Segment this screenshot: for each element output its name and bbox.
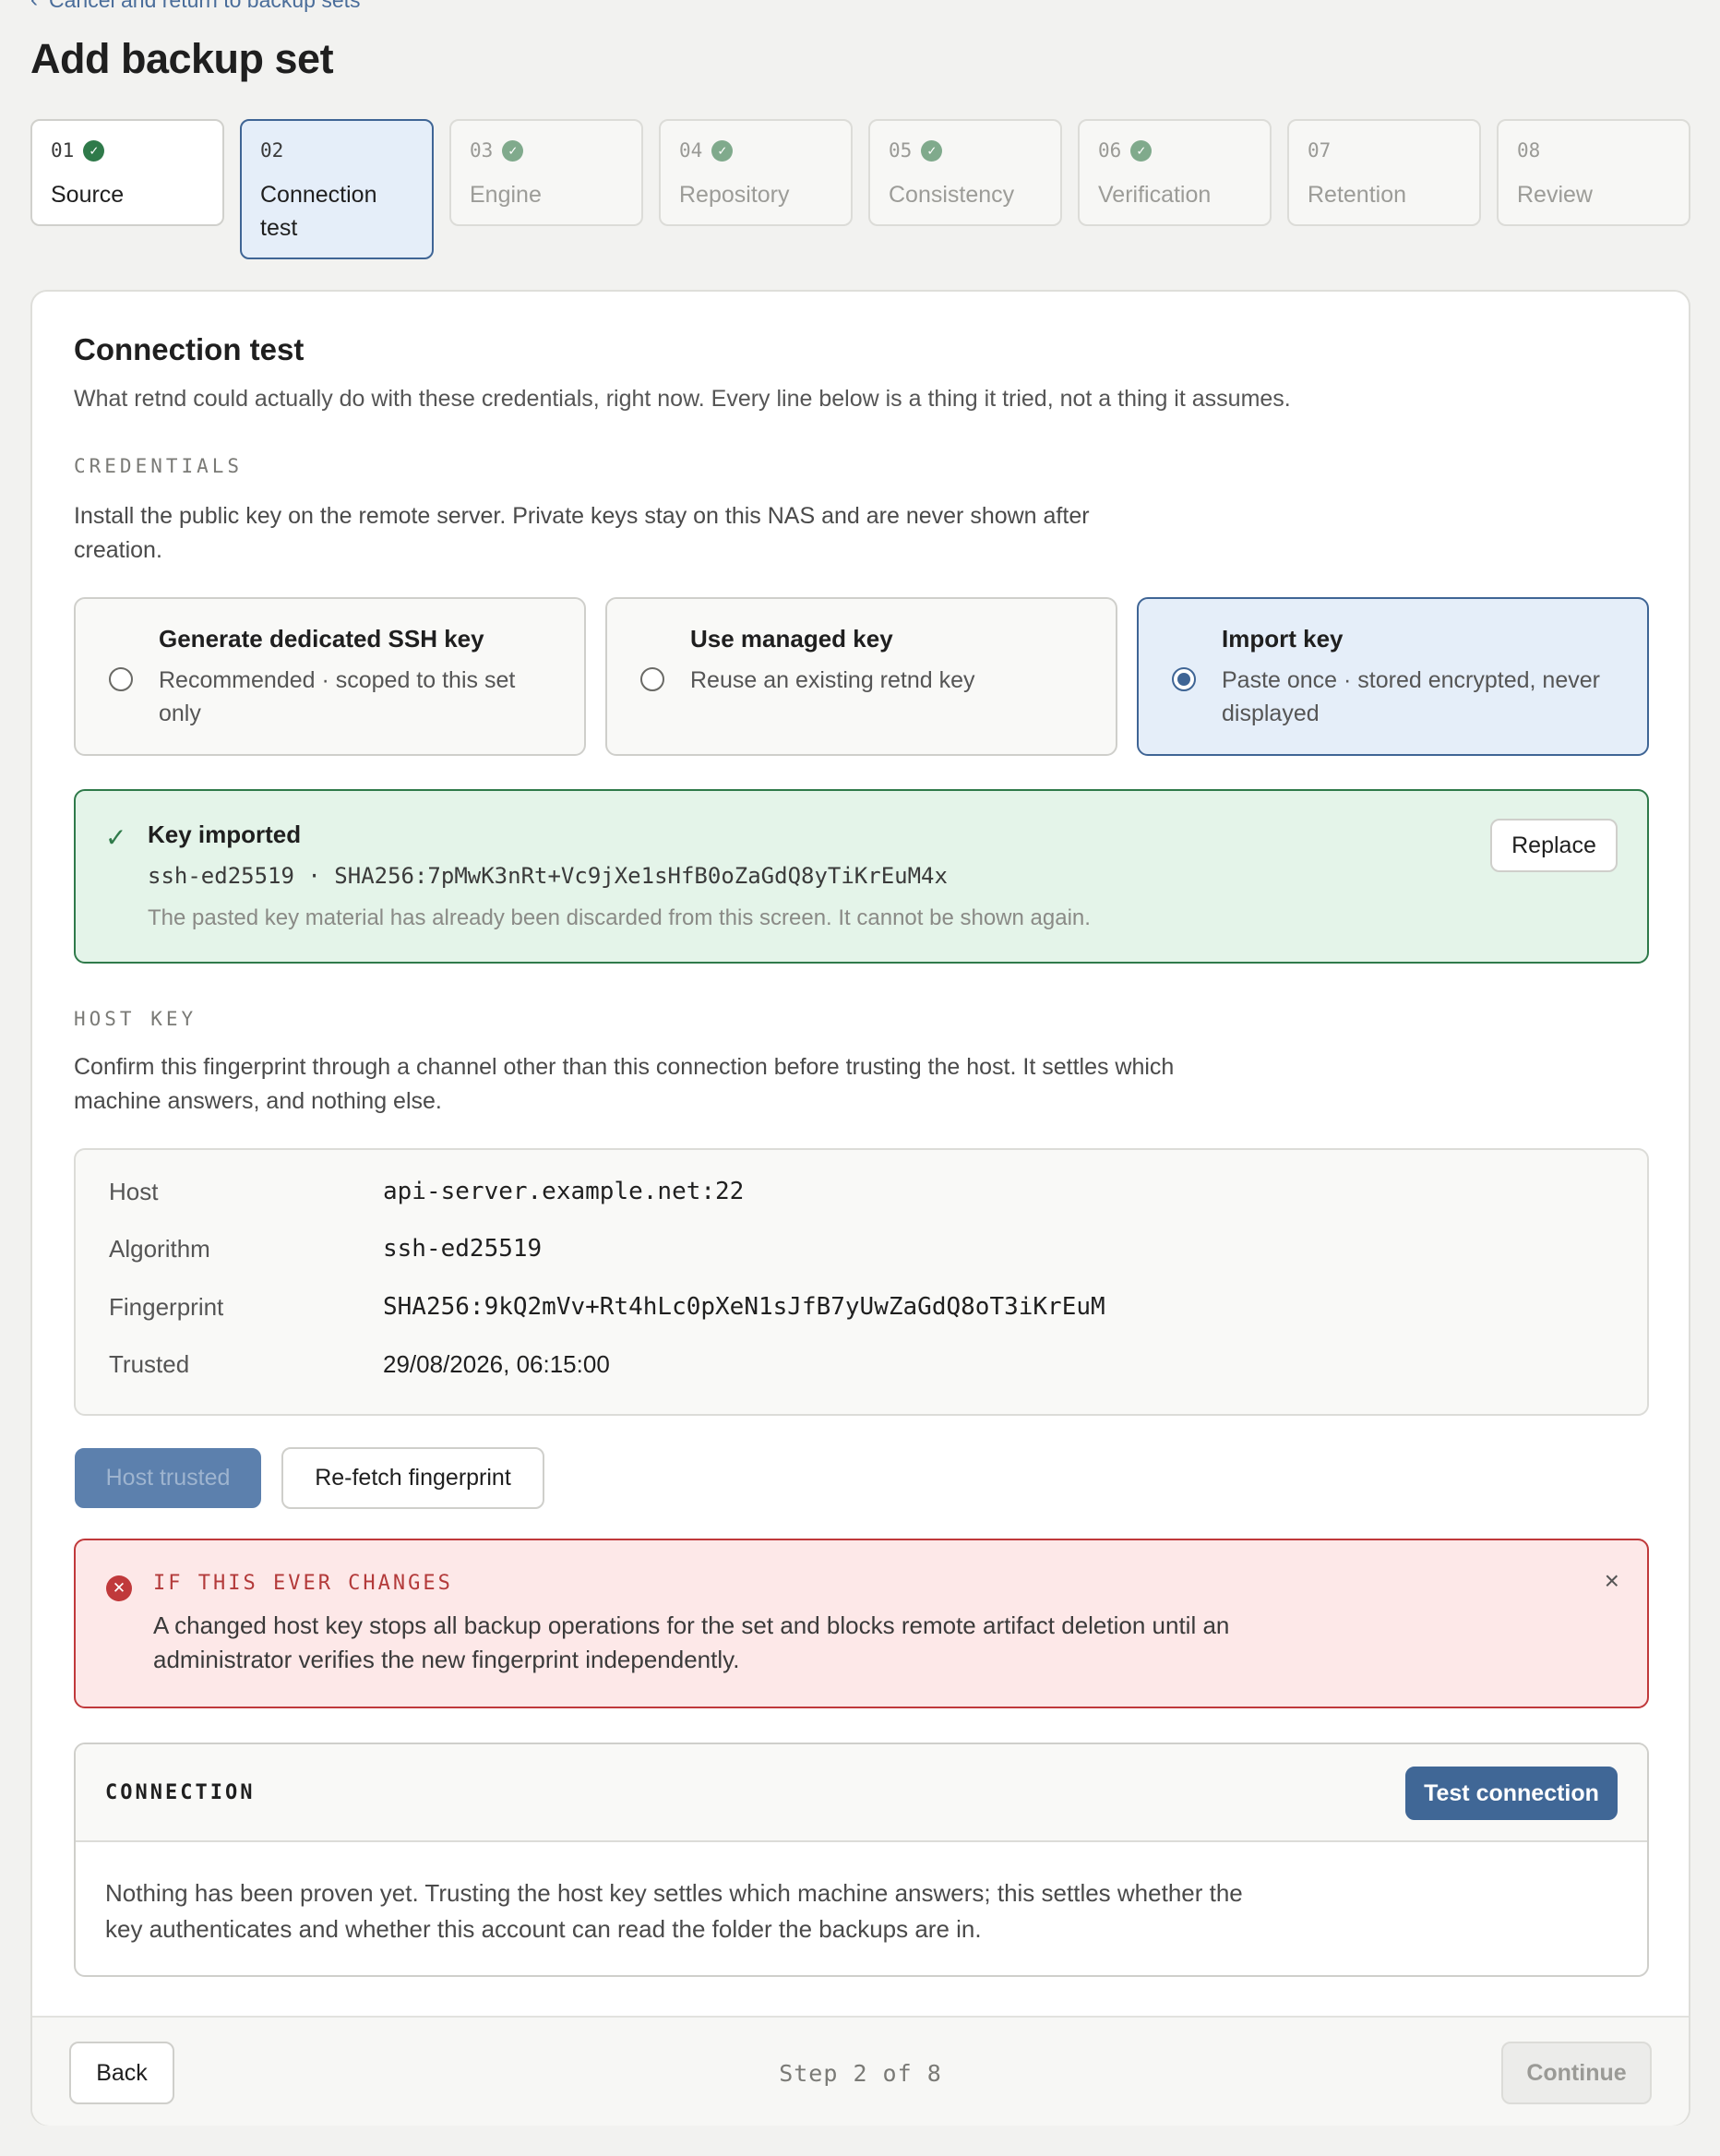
connection-test-card: Connection test What retnd could actuall… <box>30 290 1690 2126</box>
step-review[interactable]: 08 Review <box>1497 119 1690 226</box>
step-connection-test[interactable]: 02 Connection test <box>240 119 434 259</box>
step-label: Retention <box>1308 182 1407 208</box>
option-subtitle: Recommended · scoped to this set only <box>159 667 516 726</box>
wizard-footer: Back Step 2 of 8 Continue <box>32 2016 1689 2126</box>
credential-options: Generate dedicated SSH key Recommended ·… <box>74 597 1649 756</box>
replace-key-button[interactable]: Replace <box>1490 819 1618 872</box>
step-indicator: Step 2 of 8 <box>779 2060 942 2087</box>
key-fingerprint: ssh-ed25519 · SHA256:7pMwK3nRt+Vc9jXe1sH… <box>148 863 948 889</box>
step-label: Repository <box>679 182 790 208</box>
step-number: 01 <box>51 139 75 162</box>
checkmark-icon: ✓ <box>105 823 127 852</box>
key-imported-title: Key imported <box>148 820 302 848</box>
check-icon: ✓ <box>1130 139 1153 162</box>
option-subtitle: Paste once · stored encrypted, never dis… <box>1222 667 1600 726</box>
host-key-details: Host api-server.example.net:22 Algorithm… <box>74 1148 1649 1416</box>
credentials-description: Install the public key on the remote ser… <box>74 503 1090 563</box>
host-trusted-button[interactable]: Host trusted <box>75 1448 261 1508</box>
host-row: Host api-server.example.net:22 <box>109 1178 1585 1215</box>
row-key: Algorithm <box>109 1235 210 1263</box>
connection-panel: CONNECTION Test connection Nothing has b… <box>74 1743 1649 1977</box>
connection-header: CONNECTION Test connection <box>76 1744 1647 1842</box>
step-verification[interactable]: 06 ✓ Verification <box>1078 119 1272 226</box>
host-key-warning: ✕ IF THIS EVER CHANGES A changed host ke… <box>74 1539 1649 1708</box>
row-value: ssh-ed25519 <box>383 1235 543 1263</box>
wizard-stepper: 01 ✓ Source 02 Connection test 03 ✓ Engine… <box>30 119 1690 260</box>
step-consistency[interactable]: 05 ✓ Consistency <box>868 119 1062 226</box>
radio-button-selected[interactable] <box>1172 667 1196 691</box>
radio-button[interactable] <box>109 667 133 691</box>
row-value: 29/08/2026, 06:15:00 <box>383 1350 610 1378</box>
step-retention[interactable]: 07 Retention <box>1287 119 1481 226</box>
option-title: Generate dedicated SSH key <box>159 625 484 653</box>
key-imported-note: The pasted key material has already been… <box>148 905 1091 930</box>
connection-body: Nothing has been proven yet. Trusting th… <box>105 1879 1243 1943</box>
check-icon: ✓ <box>83 139 105 162</box>
step-label: Review <box>1517 182 1593 208</box>
refetch-fingerprint-button[interactable]: Re-fetch fingerprint <box>281 1447 544 1509</box>
row-value: SHA256:9kQ2mVv+Rt4hLc0pXeN1sJfB7yUwZaGdQ… <box>383 1293 1105 1321</box>
step-number: 02 <box>260 139 284 162</box>
step-number: 04 <box>679 139 703 162</box>
page-title: Add backup set <box>30 35 334 82</box>
check-icon: ✓ <box>502 139 524 162</box>
option-import-key[interactable]: Import key Paste once · stored encrypted… <box>1137 597 1649 756</box>
row-key: Host <box>109 1178 159 1205</box>
host-key-eyebrow: HOST KEY <box>74 1008 197 1030</box>
section-description: What retnd could actually do with these … <box>74 386 1291 412</box>
credentials-eyebrow: CREDENTIALS <box>74 455 244 477</box>
continue-button[interactable]: Continue <box>1501 2042 1652 2104</box>
step-number: 07 <box>1308 139 1332 162</box>
radio-button[interactable] <box>640 667 664 691</box>
step-number: 08 <box>1517 139 1541 162</box>
option-title: Import key <box>1222 625 1344 653</box>
step-engine[interactable]: 03 ✓ Engine <box>449 119 643 226</box>
key-imported-panel: ✓ Key imported ssh-ed25519 · SHA256:7pMw… <box>74 789 1649 964</box>
host-key-description: Confirm this fingerprint through a chann… <box>74 1054 1175 1114</box>
step-number: 03 <box>470 139 494 162</box>
section-title: Connection test <box>74 332 305 366</box>
algorithm-row: Algorithm ssh-ed25519 <box>109 1235 1585 1272</box>
back-link-label: Cancel and return to backup sets <box>49 0 361 13</box>
step-number: 05 <box>889 139 913 162</box>
step-label: Source <box>51 182 125 208</box>
close-icon[interactable]: × <box>1605 1566 1619 1596</box>
warning-body: A changed host key stops all backup oper… <box>153 1611 1230 1673</box>
step-label: Verification <box>1098 182 1212 208</box>
option-generate-ssh-key[interactable]: Generate dedicated SSH key Recommended ·… <box>74 597 586 756</box>
option-title: Use managed key <box>690 625 893 653</box>
step-label: Consistency <box>889 182 1015 208</box>
trusted-row: Trusted 29/08/2026, 06:15:00 <box>109 1350 1585 1387</box>
fingerprint-row: Fingerprint SHA256:9kQ2mVv+Rt4hLc0pXeN1s… <box>109 1293 1585 1330</box>
step-number: 06 <box>1098 139 1122 162</box>
row-key: Trusted <box>109 1350 190 1378</box>
check-icon: ✓ <box>921 139 943 162</box>
step-label: Connection test <box>260 182 377 241</box>
check-icon: ✓ <box>711 139 734 162</box>
warning-title: IF THIS EVER CHANGES <box>153 1572 453 1595</box>
step-label: Engine <box>470 182 542 208</box>
test-connection-button[interactable]: Test connection <box>1405 1767 1618 1820</box>
error-icon: ✕ <box>106 1575 132 1601</box>
option-subtitle: Reuse an existing retnd key <box>690 667 975 693</box>
chevron-left-icon: ‹ <box>30 0 38 13</box>
step-repository[interactable]: 04 ✓ Repository <box>659 119 853 226</box>
option-use-managed-key[interactable]: Use managed key Reuse an existing retnd … <box>605 597 1117 756</box>
back-to-backup-sets-link[interactable]: ‹ Cancel and return to backup sets <box>30 0 361 13</box>
row-key: Fingerprint <box>109 1293 224 1321</box>
row-value: api-server.example.net:22 <box>383 1178 745 1205</box>
step-source[interactable]: 01 ✓ Source <box>30 119 224 226</box>
connection-label: CONNECTION <box>105 1781 256 1804</box>
